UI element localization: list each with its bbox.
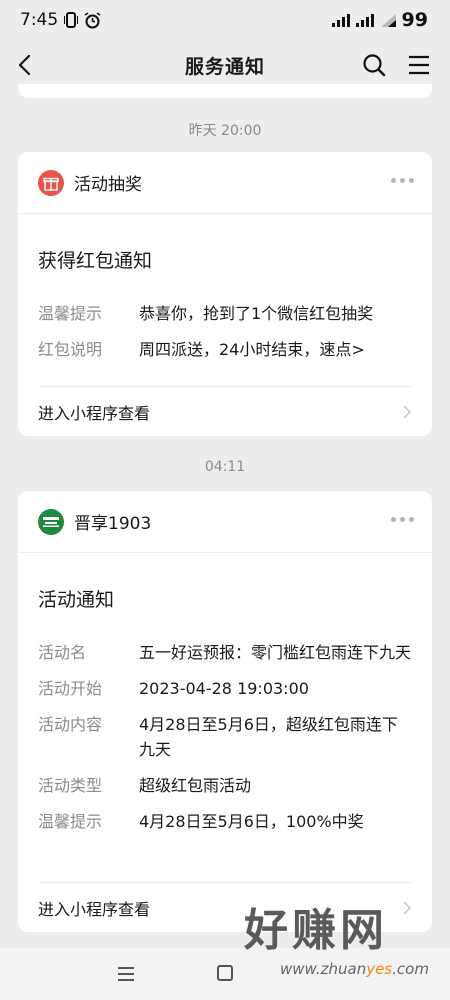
signal-icon: [331, 13, 350, 27]
notification-card[interactable]: 晋享1903 活动通知 活动名 五一好运预报：零门槛红包雨连下九天 活动开始 2…: [18, 491, 432, 932]
lottery-gift-icon: [38, 169, 64, 196]
card-title: 获得红包通知: [38, 250, 153, 272]
field-row: 红包说明 周四派送，24小时结束，速点>: [18, 337, 432, 362]
notification-card[interactable]: 活动抽奖 获得红包通知 温馨提示 恭喜你，抢到了1个微信红包抽奖 红包说明 周四…: [18, 152, 432, 436]
watermark-url: www.zhuanyes.com: [280, 960, 429, 978]
field-key: 活动开始: [38, 679, 103, 698]
field-row: 温馨提示 恭喜你，抢到了1个微信红包抽奖: [18, 301, 432, 326]
watermark-text: 好赚网: [244, 905, 388, 956]
signal-icon-2: [355, 13, 374, 27]
jinxiang-logo-icon: [38, 508, 64, 535]
vibrate-icon: [64, 12, 79, 28]
field-key: 温馨提示: [38, 304, 103, 323]
nav-bar: 服务通知: [0, 40, 450, 90]
message-time: 04:11: [204, 459, 246, 475]
battery-level: 99: [401, 9, 428, 31]
field-value: 超级红包雨活动: [139, 776, 252, 795]
field-value: 五一好运预报：零门槛红包雨连下九天: [139, 643, 412, 662]
field-row: 活动名 五一好运预报：零门槛红包雨连下九天: [18, 640, 432, 665]
menu-icon[interactable]: [405, 51, 433, 79]
footer-label: 进入小程序查看: [38, 403, 151, 423]
field-row: 温馨提示 4月28日至5月6日，100%中奖: [18, 809, 432, 834]
watermark: 好赚网 www.zhuanyes.com: [238, 902, 450, 998]
field-row: 活动类型 超级红包雨活动: [18, 773, 432, 798]
previous-card-edge: [18, 84, 432, 98]
chevron-right-icon: [403, 404, 412, 419]
alarm-icon: [84, 11, 101, 28]
back-icon[interactable]: [12, 51, 40, 79]
card-title: 活动通知: [38, 589, 115, 611]
status-bar: 7:45 99: [0, 0, 450, 40]
wifi-icon: [380, 14, 396, 27]
open-mini-program-link[interactable]: 进入小程序查看: [38, 386, 412, 436]
page-title: 服务通知: [184, 55, 265, 78]
app-name: 活动抽奖: [74, 175, 142, 195]
more-options-icon[interactable]: [391, 517, 414, 522]
field-key: 活动内容: [38, 715, 103, 734]
card-header: 活动抽奖: [18, 152, 432, 214]
status-time: 7:45: [20, 10, 59, 30]
recent-apps-icon[interactable]: [118, 967, 134, 985]
field-key: 活动类型: [38, 776, 103, 795]
field-value: 恭喜你，抢到了1个微信红包抽奖: [139, 304, 374, 323]
field-value: 周四派送，24小时结束，速点>: [139, 340, 365, 359]
field-row: 活动内容 4月28日至5月6日，超级红包雨连下九天: [18, 712, 432, 762]
field-row: 活动开始 2023-04-28 19:03:00: [18, 676, 432, 701]
field-key: 红包说明: [38, 340, 103, 359]
field-value: 4月28日至5月6日，超级红包雨连下九天: [139, 715, 398, 759]
footer-label: 进入小程序查看: [38, 899, 151, 919]
field-value: 2023-04-28 19:03:00: [139, 679, 309, 698]
search-icon[interactable]: [360, 51, 388, 79]
card-header: 晋享1903: [18, 491, 432, 553]
message-time: 昨天 20:00: [188, 123, 262, 139]
home-icon[interactable]: [217, 965, 233, 981]
field-key: 活动名: [38, 643, 87, 662]
field-value: 4月28日至5月6日，100%中奖: [139, 812, 364, 831]
more-options-icon[interactable]: [391, 178, 414, 183]
field-key: 温馨提示: [38, 812, 103, 831]
app-name: 晋享1903: [74, 514, 152, 534]
